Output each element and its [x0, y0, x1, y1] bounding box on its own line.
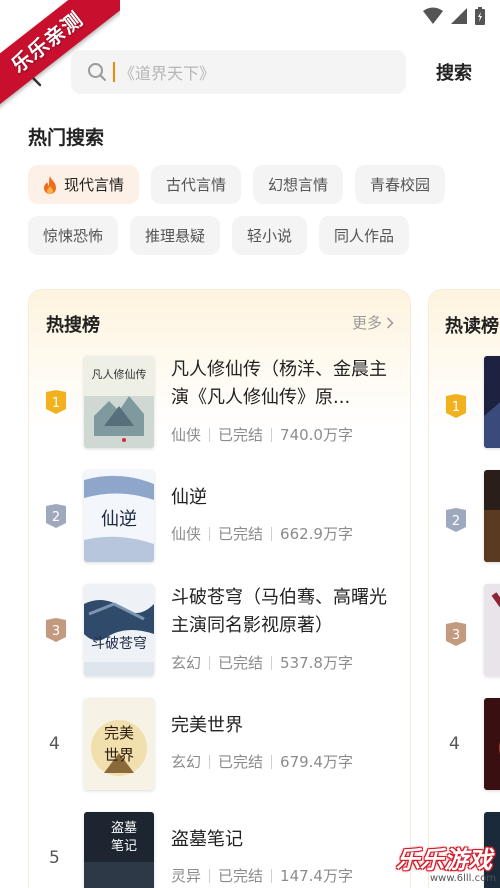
watermark-ribbon-text: 乐乐亲测 [0, 0, 120, 110]
bronze-rank-badge-icon: 3 [446, 622, 466, 646]
tag-modern-romance[interactable]: 现代言情 [28, 165, 140, 204]
book-title: 仙逆 [171, 487, 207, 508]
hot-rank-card: 热搜榜 更多 1 凡人修仙传 凡人修仙传（杨洋、金晨主演《凡人修仙传》原... … [28, 289, 411, 888]
book-cover: 仙逆 [84, 470, 154, 562]
book-meta: 玄幻 已完结 679.4万字 [171, 753, 353, 771]
book-cover [484, 584, 500, 676]
book-meta: 仙侠 已完结 662.9万字 [171, 525, 353, 543]
svg-text:3: 3 [452, 628, 460, 643]
chevron-right-icon [386, 316, 394, 329]
list-item[interactable]: 5 盗墓 笔记 盗墓笔记 灵异 已完结 147.4万字 [29, 812, 412, 888]
book-cover: 完美 世界 [84, 698, 154, 790]
svg-text:完美: 完美 [104, 724, 134, 742]
book-cover [484, 470, 500, 562]
book-cover: 凡人修仙传 [84, 356, 154, 448]
tag-youth-campus[interactable]: 青春校园 [355, 165, 446, 204]
read-rank-title: 热读榜 [445, 316, 499, 337]
watermark-ribbon: 乐乐亲测 [0, 0, 120, 110]
book-title: 斗破苍穹（马伯骞、高曙光主演同名影视原著） [171, 587, 387, 636]
search-input[interactable]: 《道界天下》 [71, 50, 406, 94]
tag-label: 现代言情 [64, 176, 125, 194]
svg-text:3: 3 [52, 624, 60, 639]
search-button[interactable]: 搜索 [436, 59, 472, 85]
watermark-logo: 乐乐游戏 www.6lll.com [396, 846, 496, 884]
svg-text:凡人修仙传: 凡人修仙传 [92, 367, 147, 381]
tag-fantasy-romance[interactable]: 幻想言情 [253, 165, 344, 204]
rank-number: 4 [49, 734, 60, 754]
list-item[interactable]: 4 完美 世界 完美世界 玄幻 已完结 679.4万字 [29, 698, 412, 790]
more-link[interactable]: 更多 [352, 312, 394, 333]
book-cover: 斗破苍穹 [84, 584, 154, 676]
hot-search-title: 热门搜索 [28, 127, 105, 149]
book-title: 盗墓笔记 [171, 829, 243, 850]
book-meta: 仙侠 已完结 740.0万字 [171, 426, 353, 444]
rank-number: 4 [449, 734, 460, 754]
book-title: 完美世界 [171, 715, 243, 736]
signal-icon [451, 8, 467, 24]
book-cover: 盗墓 笔记 [84, 812, 154, 888]
bronze-rank-badge-icon: 3 [46, 618, 66, 642]
book-meta: 灵异 已完结 147.4万字 [171, 867, 353, 885]
search-page: 乐乐亲测 《道界天下》 搜索 热门搜索 现代言情 古代言情 幻想言情 青春校园 … [0, 0, 500, 888]
battery-icon [475, 7, 485, 25]
svg-text:2: 2 [452, 514, 460, 529]
list-item[interactable]: 3 斗破苍穹 斗破苍穹（马伯骞、高曙光主演同名影视原著） 玄幻 已完结 537.… [29, 584, 412, 676]
svg-text:笔记: 笔记 [111, 838, 137, 854]
book-meta: 玄幻 已完结 537.8万字 [171, 654, 353, 672]
svg-text:1: 1 [52, 396, 60, 411]
list-item[interactable]: 1 凡人修仙传 凡人修仙传（杨洋、金晨主演《凡人修仙传》原... 仙侠 已完结 … [29, 356, 412, 448]
tag-fan-fiction[interactable]: 同人作品 [319, 216, 410, 255]
svg-text:世界: 世界 [104, 746, 134, 764]
wifi-icon [423, 7, 443, 24]
book-title: 凡人修仙传（杨洋、金晨主演《凡人修仙传》原... [171, 359, 387, 408]
read-rank-card[interactable]: 热读榜 1 2 3 4 [428, 289, 500, 888]
hot-rank-title: 热搜榜 [46, 315, 100, 336]
book-cover [484, 698, 500, 790]
rank-number: 5 [49, 848, 60, 868]
silver-rank-badge-icon: 2 [46, 504, 66, 528]
book-cover [484, 356, 500, 448]
gold-rank-badge-icon: 1 [446, 394, 466, 418]
svg-text:仙逆: 仙逆 [101, 509, 137, 530]
svg-text:斗破苍穹: 斗破苍穹 [91, 636, 147, 652]
svg-text:盗墓: 盗墓 [111, 820, 137, 836]
gold-rank-badge-icon: 1 [46, 390, 66, 414]
tag-horror[interactable]: 惊悚恐怖 [28, 216, 119, 255]
list-item[interactable]: 2 仙逆 仙逆 仙侠 已完结 662.9万字 [29, 470, 412, 562]
tag-mystery[interactable]: 推理悬疑 [130, 216, 221, 255]
search-placeholder: 《道界天下》 [119, 64, 216, 83]
silver-rank-badge-icon: 2 [446, 508, 466, 532]
flame-icon [42, 175, 58, 195]
tag-ancient-romance[interactable]: 古代言情 [151, 165, 242, 204]
hot-search-tags: 现代言情 古代言情 幻想言情 青春校园 惊悚恐怖 推理悬疑 轻小说 同人作品 [28, 165, 478, 267]
tag-light-novel[interactable]: 轻小说 [232, 216, 308, 255]
svg-text:1: 1 [452, 400, 460, 415]
svg-text:2: 2 [52, 510, 60, 525]
